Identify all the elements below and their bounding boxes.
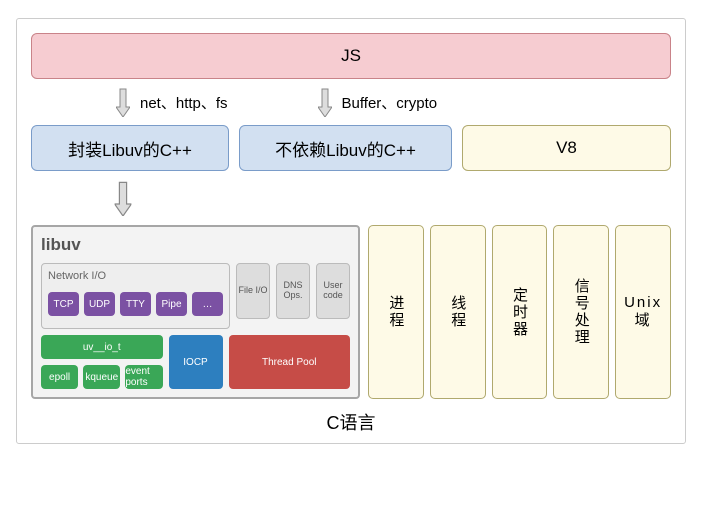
chip-tcp: TCP	[48, 292, 79, 316]
arrow-row-1: net、http、fs Buffer、crypto	[31, 79, 671, 125]
libuv-box: libuv Network I/O TCP UDP TTY Pipe …	[31, 225, 360, 399]
layer-js: JS	[31, 33, 671, 79]
chip-kqueue: kqueue	[83, 365, 120, 389]
layer-cpp-row: 封装Libuv的C++ 不依赖Libuv的C++ V8	[31, 125, 671, 171]
chip-thread-pool: Thread Pool	[229, 335, 351, 389]
layer-c-row: libuv Network I/O TCP UDP TTY Pipe …	[31, 225, 671, 399]
box-cpp-libuv: 封装Libuv的C++	[31, 125, 229, 171]
chip-more: …	[192, 292, 223, 316]
network-io-title: Network I/O	[48, 270, 223, 282]
network-io-box: Network I/O TCP UDP TTY Pipe …	[41, 263, 230, 329]
arrow-label-right: Buffer、crypto	[342, 92, 438, 113]
side-columns: 进程 线程 定时器 信号处理 Unix域	[368, 225, 671, 399]
grey-user-code: User code	[316, 263, 350, 319]
col-process: 进程	[368, 225, 424, 399]
grey-dns-ops: DNS Ops.	[276, 263, 310, 319]
arrow-down-icon	[116, 87, 130, 117]
arrow-down-icon	[115, 180, 132, 216]
layer-js-label: JS	[341, 46, 361, 66]
arrow-label-left: net、http、fs	[140, 92, 228, 113]
architecture-diagram: JS net、http、fs Buffer、crypto 封装Libuv的C++…	[16, 18, 686, 444]
layer-c-label: C语言	[31, 409, 671, 435]
col-unix-domain: Unix域	[615, 225, 671, 399]
chip-event-ports: event ports	[125, 365, 162, 389]
box-cpp-no-libuv: 不依赖Libuv的C++	[239, 125, 452, 171]
chip-pipe: Pipe	[156, 292, 187, 316]
box-cpp-no-libuv-label: 不依赖Libuv的C++	[275, 136, 416, 161]
chip-epoll: epoll	[41, 365, 78, 389]
box-cpp-libuv-label: 封装Libuv的C++	[68, 136, 192, 161]
chip-tty: TTY	[120, 292, 151, 316]
col-timer: 定时器	[492, 225, 548, 399]
box-v8: V8	[462, 125, 671, 171]
arrow-row-2	[31, 171, 671, 225]
chip-udp: UDP	[84, 292, 115, 316]
chip-iocp: IOCP	[169, 335, 223, 389]
col-thread: 线程	[430, 225, 486, 399]
chip-uv-io: uv__io_t	[41, 335, 163, 359]
box-v8-label: V8	[556, 138, 577, 158]
col-signal: 信号处理	[553, 225, 609, 399]
libuv-title: libuv	[41, 235, 350, 255]
grey-file-io: File I/O	[236, 263, 270, 319]
netio-top-row: TCP UDP TTY Pipe …	[48, 292, 223, 316]
arrow-down-icon	[318, 87, 332, 117]
